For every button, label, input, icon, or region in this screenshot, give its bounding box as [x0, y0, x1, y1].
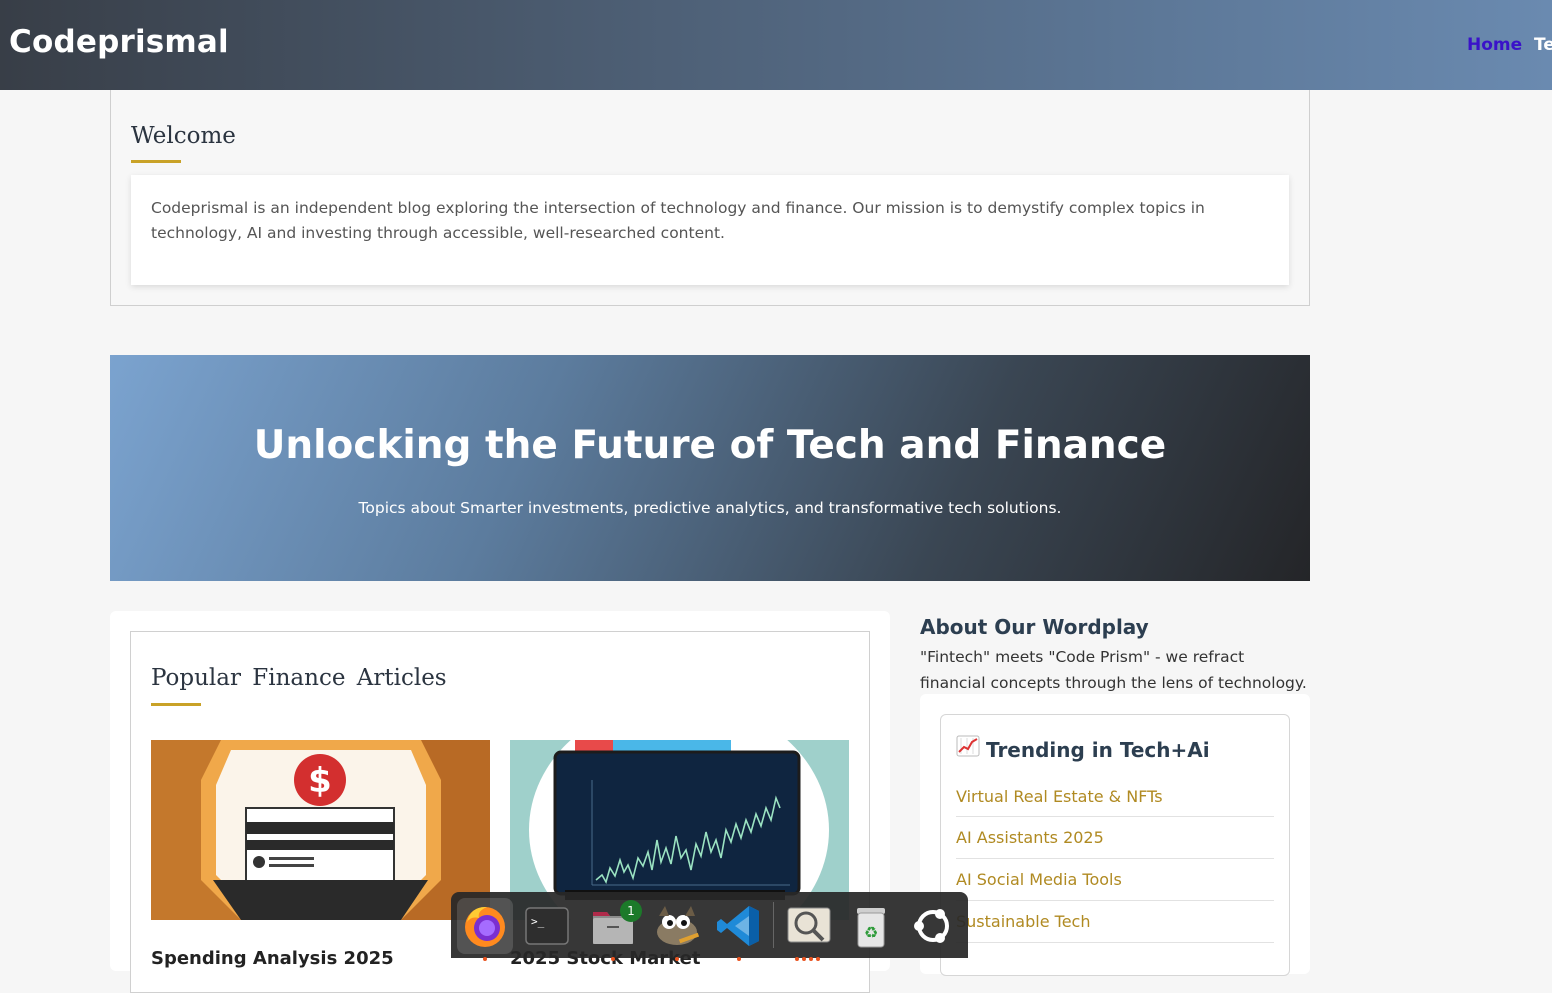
trash-icon[interactable]: ♻ [843, 898, 899, 954]
svg-text:$: $ [308, 761, 332, 801]
welcome-title: Welcome [131, 123, 236, 149]
article-thumbnail-spending[interactable]: $ [151, 740, 490, 920]
hero-subtitle: Topics about Smarter investments, predic… [358, 499, 1062, 517]
article-title-spending[interactable]: Spending Analysis 2025 [151, 948, 394, 969]
welcome-text: Codeprismal is an independent blog explo… [151, 199, 1205, 242]
hero-banner: Unlocking the Future of Tech and Finance… [110, 355, 1310, 581]
welcome-card: Codeprismal is an independent blog explo… [131, 175, 1289, 285]
trending-link[interactable]: AI Social Media Tools [956, 859, 1274, 901]
gimp-icon[interactable] [649, 898, 705, 961]
firefox-icon[interactable] [457, 898, 513, 961]
ubuntu-menu-icon[interactable] [905, 898, 961, 954]
svg-text:>_: >_ [531, 915, 545, 928]
image-viewer-icon[interactable] [781, 898, 837, 961]
nav-link-home[interactable]: Home [1467, 35, 1522, 55]
terminal-icon[interactable]: >_ [519, 898, 575, 954]
articles-title: Popular Finance Articles [151, 665, 447, 691]
trending-link[interactable]: AI Assistants 2025 [956, 817, 1274, 859]
about-text: "Fintech" meets "Code Prism" - we refrac… [920, 648, 1307, 692]
taskbar-dock: >_ 1 ♻ [451, 892, 968, 961]
site-brand[interactable]: Codeprismal [9, 24, 229, 60]
trending-title-text: Trending in Tech+Ai [986, 738, 1210, 762]
files-notification-badge: 1 [620, 900, 642, 922]
title-underline [151, 703, 201, 706]
welcome-section: Welcome Codeprismal is an independent bl… [110, 90, 1310, 306]
hero-title: Unlocking the Future of Tech and Finance [253, 423, 1167, 468]
trending-widget: Trending in Tech+Ai Virtual Real Estate … [920, 694, 1310, 976]
vscode-icon[interactable] [711, 898, 767, 961]
trending-list: Virtual Real Estate & NFTs AI Assistants… [956, 785, 1274, 943]
trending-card: Trending in Tech+Ai Virtual Real Estate … [940, 714, 1290, 976]
trending-link[interactable]: Virtual Real Estate & NFTs [956, 785, 1274, 817]
nav-link-tech[interactable]: Te [1534, 35, 1552, 55]
chart-increasing-icon [956, 735, 980, 762]
site-header: Codeprismal Home Te [0, 0, 1552, 90]
dock-separator [773, 902, 774, 948]
about-title: About Our Wordplay [920, 615, 1149, 639]
svg-text:♻: ♻ [864, 923, 878, 942]
trending-link[interactable]: Sustainable Tech [956, 901, 1274, 943]
trending-title: Trending in Tech+Ai [956, 735, 1210, 762]
title-underline [131, 160, 181, 163]
